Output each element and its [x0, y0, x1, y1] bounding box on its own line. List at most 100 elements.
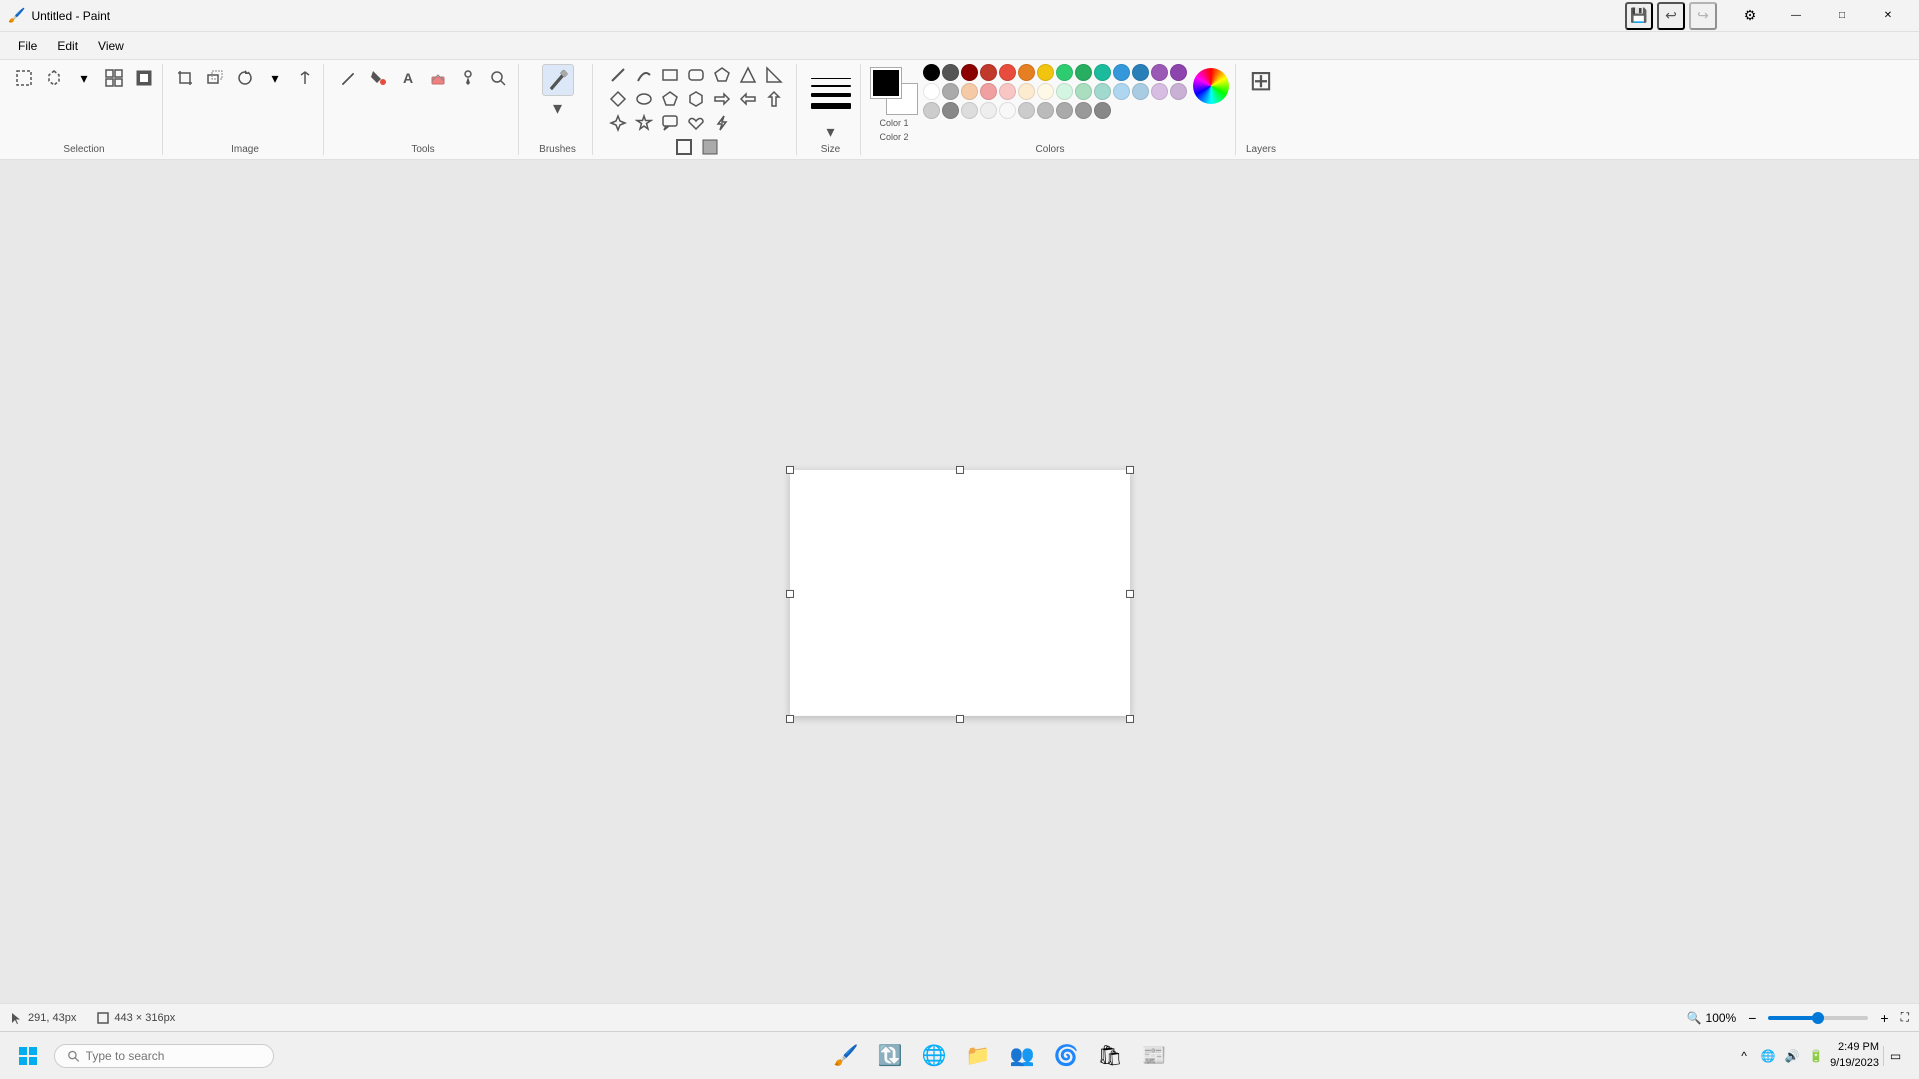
palette-color[interactable] — [1094, 102, 1111, 119]
palette-color[interactable] — [1056, 102, 1073, 119]
palette-color[interactable] — [980, 64, 997, 81]
size-1[interactable] — [811, 78, 851, 79]
palette-color[interactable] — [1170, 83, 1187, 100]
taskbar-app-teams[interactable]: 👥 — [1002, 1036, 1042, 1076]
shape-rect[interactable] — [659, 64, 681, 86]
palette-color[interactable] — [923, 64, 940, 81]
tray-network-icon[interactable]: 🌐 — [1758, 1046, 1778, 1066]
palette-color[interactable] — [942, 83, 959, 100]
shape-hexagon[interactable] — [685, 88, 707, 110]
shape-triangle[interactable] — [737, 64, 759, 86]
menu-edit[interactable]: Edit — [47, 35, 88, 57]
shape-line[interactable] — [607, 64, 629, 86]
size-dropdown-btn[interactable]: ▾ — [826, 122, 834, 142]
crop-btn[interactable] — [171, 64, 199, 92]
resize-handle-bl[interactable] — [786, 714, 794, 722]
taskbar-time[interactable]: 2:49 PM 9/19/2023 — [1830, 1040, 1879, 1071]
palette-color[interactable] — [1018, 83, 1035, 100]
select-dropdown-btn[interactable]: ▾ — [70, 64, 98, 92]
brush-dropdown-btn[interactable]: ▾ — [553, 98, 562, 119]
paint-canvas[interactable] — [790, 469, 1130, 715]
image-dropdown-btn[interactable]: ▾ — [261, 64, 289, 92]
shapes-fill-btn[interactable] — [699, 136, 721, 158]
maximize-btn[interactable]: □ — [1819, 0, 1865, 32]
resize-handle-tr[interactable] — [1126, 465, 1134, 473]
shape-pentagon[interactable] — [659, 88, 681, 110]
taskbar-app-edge[interactable]: 🌀 — [1046, 1036, 1086, 1076]
shape-star5[interactable] — [633, 112, 655, 134]
tray-battery-icon[interactable]: 🔋 — [1806, 1046, 1826, 1066]
tray-chevron-btn[interactable]: ^ — [1734, 1046, 1754, 1066]
shape-diamond[interactable] — [607, 88, 629, 110]
shape-polygon[interactable] — [711, 64, 733, 86]
redo-button[interactable]: ↪ — [1689, 2, 1717, 30]
start-button[interactable] — [8, 1036, 48, 1076]
resize-handle-mr[interactable] — [1126, 590, 1134, 598]
zoom-in-btn[interactable]: + — [1880, 1010, 1888, 1026]
palette-color[interactable] — [961, 64, 978, 81]
palette-color[interactable] — [1094, 64, 1111, 81]
palette-color[interactable] — [942, 64, 959, 81]
palette-color[interactable] — [1037, 64, 1054, 81]
resize-handle-bm[interactable] — [956, 714, 964, 722]
shape-arrow-left[interactable] — [737, 88, 759, 110]
palette-color[interactable] — [1037, 102, 1054, 119]
show-desktop-btn[interactable]: ▭ — [1883, 1046, 1903, 1066]
taskbar-search-bar[interactable] — [54, 1044, 274, 1068]
shape-callout[interactable] — [659, 112, 681, 134]
palette-color[interactable] — [980, 83, 997, 100]
palette-color[interactable] — [1170, 64, 1187, 81]
palette-color[interactable] — [923, 83, 940, 100]
taskbar-app-globe[interactable]: 🌐 — [914, 1036, 954, 1076]
taskbar-app-folder[interactable]: 📁 — [958, 1036, 998, 1076]
size-2[interactable] — [811, 85, 851, 87]
palette-color[interactable] — [1018, 102, 1035, 119]
palette-color[interactable] — [1075, 83, 1092, 100]
zoom-slider[interactable] — [1768, 1016, 1868, 1020]
palette-color[interactable] — [923, 102, 940, 119]
flip-btn[interactable] — [291, 64, 319, 92]
palette-color[interactable] — [1113, 64, 1130, 81]
palette-color[interactable] — [1151, 64, 1168, 81]
select-invert-btn[interactable] — [130, 64, 158, 92]
select-rectangle-btn[interactable] — [10, 64, 38, 92]
shape-oval[interactable] — [633, 88, 655, 110]
fill-btn[interactable] — [364, 64, 392, 92]
palette-color[interactable] — [1056, 64, 1073, 81]
size-4[interactable] — [811, 103, 851, 109]
zoom-out-btn[interactable]: − — [1748, 1010, 1756, 1026]
shape-heart[interactable] — [685, 112, 707, 134]
color1-swatch[interactable] — [871, 68, 901, 98]
taskbar-app-news[interactable]: 📰 — [1134, 1036, 1174, 1076]
shape-arrow-up[interactable] — [763, 88, 785, 110]
palette-color[interactable] — [1151, 83, 1168, 100]
fit-screen-btn[interactable]: ⛶ — [1901, 1010, 1909, 1025]
resize-handle-br[interactable] — [1126, 714, 1134, 722]
layers-btn[interactable]: ⊞ — [1249, 64, 1272, 97]
menu-view[interactable]: View — [88, 35, 134, 57]
canvas-area[interactable] — [0, 160, 1919, 1003]
palette-color[interactable] — [961, 83, 978, 100]
resize-handle-ml[interactable] — [786, 590, 794, 598]
palette-color[interactable] — [942, 102, 959, 119]
resize-handle-tm[interactable] — [956, 465, 964, 473]
palette-color[interactable] — [1113, 83, 1130, 100]
close-btn[interactable]: ✕ — [1865, 0, 1911, 32]
size-3[interactable] — [811, 93, 851, 97]
palette-color[interactable] — [1037, 83, 1054, 100]
eraser-btn[interactable] — [424, 64, 452, 92]
resize-handle-tl[interactable] — [786, 465, 794, 473]
pencil-btn[interactable] — [334, 64, 362, 92]
resize-btn[interactable] — [201, 64, 229, 92]
palette-color[interactable] — [980, 102, 997, 119]
shape-star4[interactable] — [607, 112, 629, 134]
zoom-tool-btn[interactable] — [484, 64, 512, 92]
save-button[interactable]: 💾 — [1625, 2, 1653, 30]
brush-selected[interactable] — [542, 64, 574, 96]
shapes-outline-btn[interactable] — [673, 136, 695, 158]
palette-color[interactable] — [999, 83, 1016, 100]
minimize-btn[interactable]: — — [1773, 0, 1819, 32]
text-btn[interactable]: A — [394, 64, 422, 92]
rotate-btn[interactable] — [231, 64, 259, 92]
palette-color[interactable] — [1132, 83, 1149, 100]
